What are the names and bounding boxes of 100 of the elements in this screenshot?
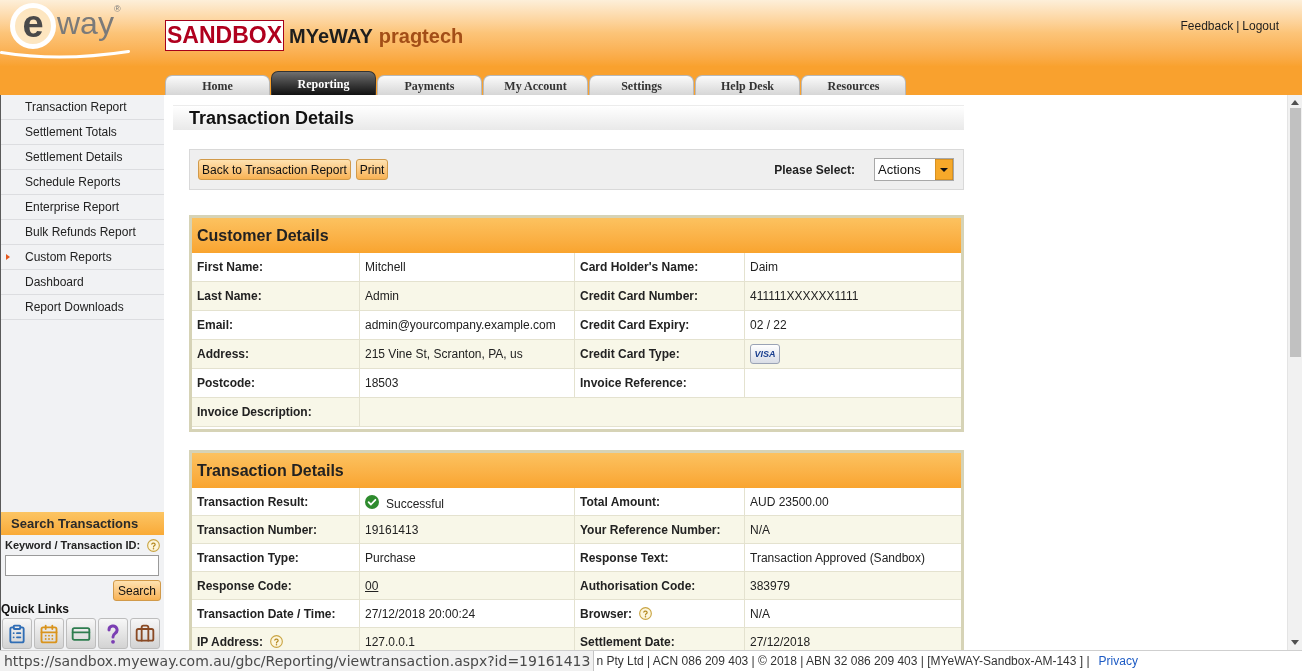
sidebar-item[interactable]: Report Downloads <box>1 295 164 320</box>
field-value: 18503 <box>365 375 399 392</box>
sidebar-item[interactable]: Dashboard <box>1 270 164 295</box>
field-label: First Name: <box>197 259 264 276</box>
field-label: Transaction Number: <box>197 521 318 539</box>
link-separator: | <box>1236 18 1240 35</box>
nav-tab[interactable]: Reporting <box>271 71 376 95</box>
field-value: AUD 23500.00 <box>750 493 829 511</box>
field-label: IP Address: <box>197 633 264 650</box>
field-label: Last Name: <box>197 288 262 305</box>
help-icon <box>107 623 119 644</box>
field-label: Authorisation Code: <box>580 577 696 595</box>
briefcase-icon <box>135 623 155 644</box>
scroll-up-arrow-icon[interactable] <box>1291 100 1299 105</box>
sidebar-item[interactable]: Settlement Details <box>1 145 164 170</box>
field-value: N/A <box>750 521 770 539</box>
sandbox-badge: SANDBOX <box>165 20 284 51</box>
search-section-title: Search Transactions <box>1 512 164 535</box>
field-label: Invoice Description: <box>197 404 312 421</box>
sidebar-item[interactable]: Custom Reports <box>1 245 164 270</box>
field-value: Admin <box>365 288 399 305</box>
nav-tab[interactable]: Help Desk <box>695 75 800 95</box>
success-check-icon <box>365 494 379 509</box>
field-label: Total Amount: <box>580 493 660 511</box>
card-brand-logo: VISA <box>750 344 780 364</box>
sidebar-item[interactable]: Settlement Totals <box>1 120 164 145</box>
field-label: Response Code: <box>197 577 292 595</box>
quick-link-button[interactable] <box>2 618 32 649</box>
field-label: Address: <box>197 346 249 363</box>
field-value: 27/12/2018 <box>750 633 811 650</box>
app-name: MYeWAY <box>289 24 373 49</box>
sidebar-item[interactable]: Transaction Report <box>1 95 164 120</box>
help-icon[interactable] <box>639 607 652 620</box>
panel-header: Transaction Details <box>192 453 961 488</box>
field-label: Transaction Type: <box>197 549 299 567</box>
nav-tab[interactable]: My Account <box>483 75 588 95</box>
nav-tab[interactable]: Home <box>165 75 270 95</box>
quick-links-title: Quick Links <box>1 603 71 616</box>
logo-mark: e <box>10 3 56 49</box>
page-title: Transaction Details <box>189 106 355 130</box>
field-label: Postcode: <box>197 375 255 392</box>
help-icon[interactable] <box>147 539 160 552</box>
quick-link-button[interactable] <box>130 618 160 649</box>
field-value: 27/12/2018 20:00:24 <box>365 605 476 623</box>
footer-text: n Pty Ltd | ACN 086 209 403 | © 2018 | ABN 32 086 209 403 | [MYeWAY-Sandbox-AM-143 ] | <box>596 653 1090 670</box>
field-value: N/A <box>750 605 770 623</box>
link-url-tooltip: https://sandbox.myeway.com.au/gbc/Reporting/viewtransaction.aspx?id=19161413 <box>0 651 595 671</box>
caret-icon <box>935 159 953 180</box>
search-field-label: Keyword / Transaction ID: <box>5 538 141 554</box>
toolbar-button[interactable]: Back to Transaction Report <box>198 159 351 180</box>
scroll-down-arrow-icon[interactable] <box>1291 640 1299 645</box>
clipboard-icon <box>7 623 27 644</box>
nav-tab[interactable]: Payments <box>377 75 482 95</box>
account-name: pragtech <box>378 24 464 49</box>
field-label: Email: <box>197 317 233 334</box>
field-label: Invoice Reference: <box>580 375 687 392</box>
field-value: Mitchell <box>365 259 406 276</box>
field-label: Transaction Result: <box>197 493 309 511</box>
field-value: 215 Vine St, Scranton, PA, us <box>365 346 523 363</box>
field-label: Transaction Date / Time: <box>197 605 336 623</box>
submenu-arrow-icon <box>6 254 10 260</box>
search-button[interactable]: Search <box>112 580 161 601</box>
header-link[interactable]: Feedback <box>1180 17 1234 35</box>
privacy-link[interactable]: Privacy <box>1098 652 1138 670</box>
field-value: 02 / 22 <box>750 317 787 334</box>
field-label: Credit Card Type: <box>580 346 680 363</box>
sidebar-item[interactable]: Enterprise Report <box>1 195 164 220</box>
field-label: Browser: <box>580 605 632 623</box>
sidebar-item[interactable]: Schedule Reports <box>1 170 164 195</box>
field-value: Transaction Approved (Sandbox) <box>750 549 925 567</box>
field-label: Credit Card Number: <box>580 288 698 305</box>
calendar-icon <box>39 623 59 644</box>
scrollbar-thumb[interactable] <box>1289 108 1301 357</box>
quick-link-button[interactable] <box>98 618 128 649</box>
field-label: Card Holder's Name: <box>580 259 699 276</box>
nav-tab[interactable]: Settings <box>589 75 694 95</box>
nav-tab[interactable]: Resources <box>801 75 906 95</box>
logo-wordmark: way$^{®}$ <box>57 7 121 39</box>
help-icon[interactable] <box>270 635 284 648</box>
field-value: admin@yourcompany.example.com <box>365 317 556 334</box>
toolbar-button[interactable]: Print <box>355 159 389 180</box>
field-label: Response Text: <box>580 549 669 567</box>
field-label: Your Reference Number: <box>580 521 721 539</box>
logo-swoosh-icon <box>0 50 130 60</box>
actions-select[interactable]: Actions <box>874 158 954 181</box>
field-value: Daim <box>750 259 778 276</box>
field-label: Credit Card Expiry: <box>580 317 690 334</box>
field-value: 127.0.0.1 <box>365 633 416 650</box>
field-label: Settlement Date: <box>580 633 675 650</box>
header-link[interactable]: Logout <box>1242 17 1279 35</box>
status-text: Successful <box>386 496 445 513</box>
field-value: Purchase <box>365 549 416 567</box>
panel-header: Customer Details <box>192 218 961 253</box>
select-label: Please Select: <box>774 161 855 179</box>
sidebar-item[interactable]: Bulk Refunds Report <box>1 220 164 245</box>
response-code-link[interactable]: 00 <box>365 576 379 595</box>
field-value: 383979 <box>750 577 791 595</box>
field-value: 19161413 <box>365 521 419 539</box>
keyword-input[interactable] <box>5 555 159 576</box>
quick-link-button[interactable] <box>66 618 96 649</box>
